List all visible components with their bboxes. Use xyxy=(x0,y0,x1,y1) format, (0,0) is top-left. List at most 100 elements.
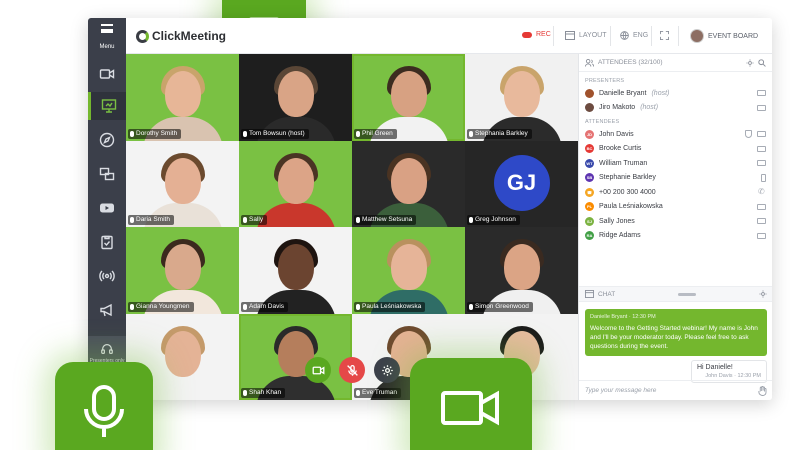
video-tile[interactable]: Phil Green xyxy=(352,54,465,141)
attendee-row[interactable]: WT William Truman xyxy=(579,156,772,171)
video-tile[interactable]: Dorothy Smith xyxy=(126,54,239,141)
participant-name: Dorothy Smith xyxy=(136,129,178,137)
clipboard-check-icon[interactable] xyxy=(88,228,126,256)
participant-name-tag: Sally xyxy=(241,215,268,225)
chat-time: 12:30 PM xyxy=(737,373,761,379)
video-tile[interactable]: Adam Davis xyxy=(239,227,352,314)
search-icon[interactable] xyxy=(758,58,766,67)
chat-settings-icon[interactable] xyxy=(759,290,767,298)
mic-icon xyxy=(130,217,134,223)
participant-name: Shah Khan xyxy=(249,389,282,396)
rec-button[interactable]: REC xyxy=(522,31,551,38)
moderator-shield-icon xyxy=(745,130,752,139)
video-tile[interactable]: Simon Greenwood xyxy=(465,227,578,314)
language-button[interactable]: ENG xyxy=(620,31,648,40)
screen-share-icon[interactable] xyxy=(88,160,126,188)
broadcast-icon[interactable] xyxy=(88,262,126,290)
presenter-name: Jiro Makoto xyxy=(599,104,636,112)
video-camera-icon xyxy=(312,365,324,375)
video-tile[interactable]: Tom Bowsun (host) xyxy=(239,54,352,141)
divider xyxy=(610,26,611,46)
mic-icon xyxy=(469,303,473,310)
camera-toggle-button[interactable] xyxy=(305,357,331,383)
menu-button[interactable]: Menu xyxy=(88,24,126,53)
mic-icon xyxy=(243,217,247,223)
participant-face xyxy=(277,157,314,204)
youtube-icon[interactable] xyxy=(88,194,126,222)
participant-name-tag: Tom Bowsun (host) xyxy=(241,128,309,139)
chat-window-icon xyxy=(585,290,594,298)
attendee-row[interactable]: BC Brooke Curtis xyxy=(579,142,772,157)
participant-name-tag: Shah Khan xyxy=(241,388,286,398)
megaphone-icon[interactable] xyxy=(88,296,126,324)
attendee-name: William Truman xyxy=(599,159,648,167)
participant-face xyxy=(164,330,201,377)
presentation-icon[interactable] xyxy=(88,92,126,120)
attendee-row[interactable]: SB Stephanie Barkley xyxy=(579,171,772,186)
participant-body xyxy=(255,203,336,227)
participant-face xyxy=(164,71,201,118)
participant-name: Stephania Barkley xyxy=(475,129,528,137)
settings-button[interactable] xyxy=(374,357,400,383)
participant-name-tag: Adam Davis xyxy=(241,301,289,312)
rec-label: REC xyxy=(536,31,551,38)
stage: Menu Presenters only ClickMeeting REC LA… xyxy=(0,0,800,450)
participant-body xyxy=(142,376,223,400)
desktop-device-icon xyxy=(757,218,766,225)
avatar: SB xyxy=(585,173,594,183)
fullscreen-button[interactable] xyxy=(660,31,669,40)
chat-input[interactable]: Type your message here xyxy=(579,380,772,400)
attendee-name: Sally Jones xyxy=(599,217,635,225)
avatar: JD xyxy=(585,129,594,139)
user-avatar xyxy=(690,29,704,43)
users-icon xyxy=(585,58,594,67)
logo-mark-icon xyxy=(136,29,149,43)
video-tile[interactable]: GJ Greg Johnson xyxy=(465,140,578,227)
presenter-row[interactable]: Jiro Makoto (host) xyxy=(579,101,772,116)
attendee-name: Stephanie Barkley xyxy=(599,174,656,182)
video-tile[interactable]: Shah Khan xyxy=(239,313,352,400)
chat-drag-handle[interactable] xyxy=(678,292,697,296)
raise-hand-icon[interactable] xyxy=(758,385,767,396)
participant-face xyxy=(390,157,427,204)
attendee-name: Ridge Adams xyxy=(599,232,641,240)
attendee-row[interactable]: PL Paula Leśniakowska xyxy=(579,200,772,215)
compass-icon[interactable] xyxy=(88,126,126,154)
camera-icon[interactable] xyxy=(88,60,126,88)
layout-button[interactable]: LAYOUT xyxy=(565,31,607,40)
participant-face xyxy=(277,244,314,291)
attendee-row[interactable]: JD John Davis xyxy=(579,127,772,142)
attendee-row[interactable]: SJ Sally Jones xyxy=(579,214,772,229)
video-tile[interactable]: Daria Smith xyxy=(126,140,239,227)
attendee-name: Paula Leśniakowska xyxy=(599,203,663,211)
participant-name: Daria Smith xyxy=(136,216,170,223)
desktop-device-icon xyxy=(757,131,766,138)
top-bar: ClickMeeting REC LAYOUT ENG EVENT BOARD xyxy=(126,18,772,54)
attendee-row[interactable]: ☎ +00 200 300 4000 ✆ xyxy=(579,185,772,200)
logo-text: ClickMeeting xyxy=(152,29,227,43)
gear-icon xyxy=(381,364,393,376)
presenter-row[interactable]: Danielle Bryant (host) xyxy=(579,86,772,101)
attendees-list: JD John Davis BC Brooke Curtis WT William Tru… xyxy=(579,127,772,243)
participant-name-tag: Gianna Youngmen xyxy=(128,301,194,312)
participant-name-tag: Eve Truman xyxy=(354,388,402,398)
attendee-row[interactable]: RA Ridge Adams xyxy=(579,229,772,244)
presenters-list: Danielle Bryant (host) Jiro Makoto (host) xyxy=(579,86,772,115)
video-tile[interactable]: Matthew Setsuna xyxy=(352,140,465,227)
attendee-settings-icon[interactable] xyxy=(746,58,754,67)
video-tile[interactable]: Gianna Youngmen xyxy=(126,227,239,314)
chat-header[interactable]: CHAT xyxy=(579,286,772,302)
language-label: ENG xyxy=(633,32,649,39)
mic-icon xyxy=(243,390,247,396)
avatar: ☎ xyxy=(585,187,594,197)
mic-toggle-button[interactable] xyxy=(339,357,365,383)
event-board-button[interactable]: EVENT BOARD xyxy=(690,29,758,43)
chat-message-text: Welcome to the Getting Started webinar! … xyxy=(590,325,758,350)
participant-name-tag: Simon Greenwood xyxy=(467,301,533,312)
video-tile[interactable]: Stephania Barkley xyxy=(465,54,578,141)
mic-icon xyxy=(356,303,360,310)
host-tag: (host) xyxy=(651,89,670,97)
video-tile[interactable]: Paula Leśniakowska xyxy=(352,227,465,314)
video-tile[interactable]: Sally xyxy=(239,140,352,227)
attendees-section-label: ATTENDEES xyxy=(585,119,620,125)
